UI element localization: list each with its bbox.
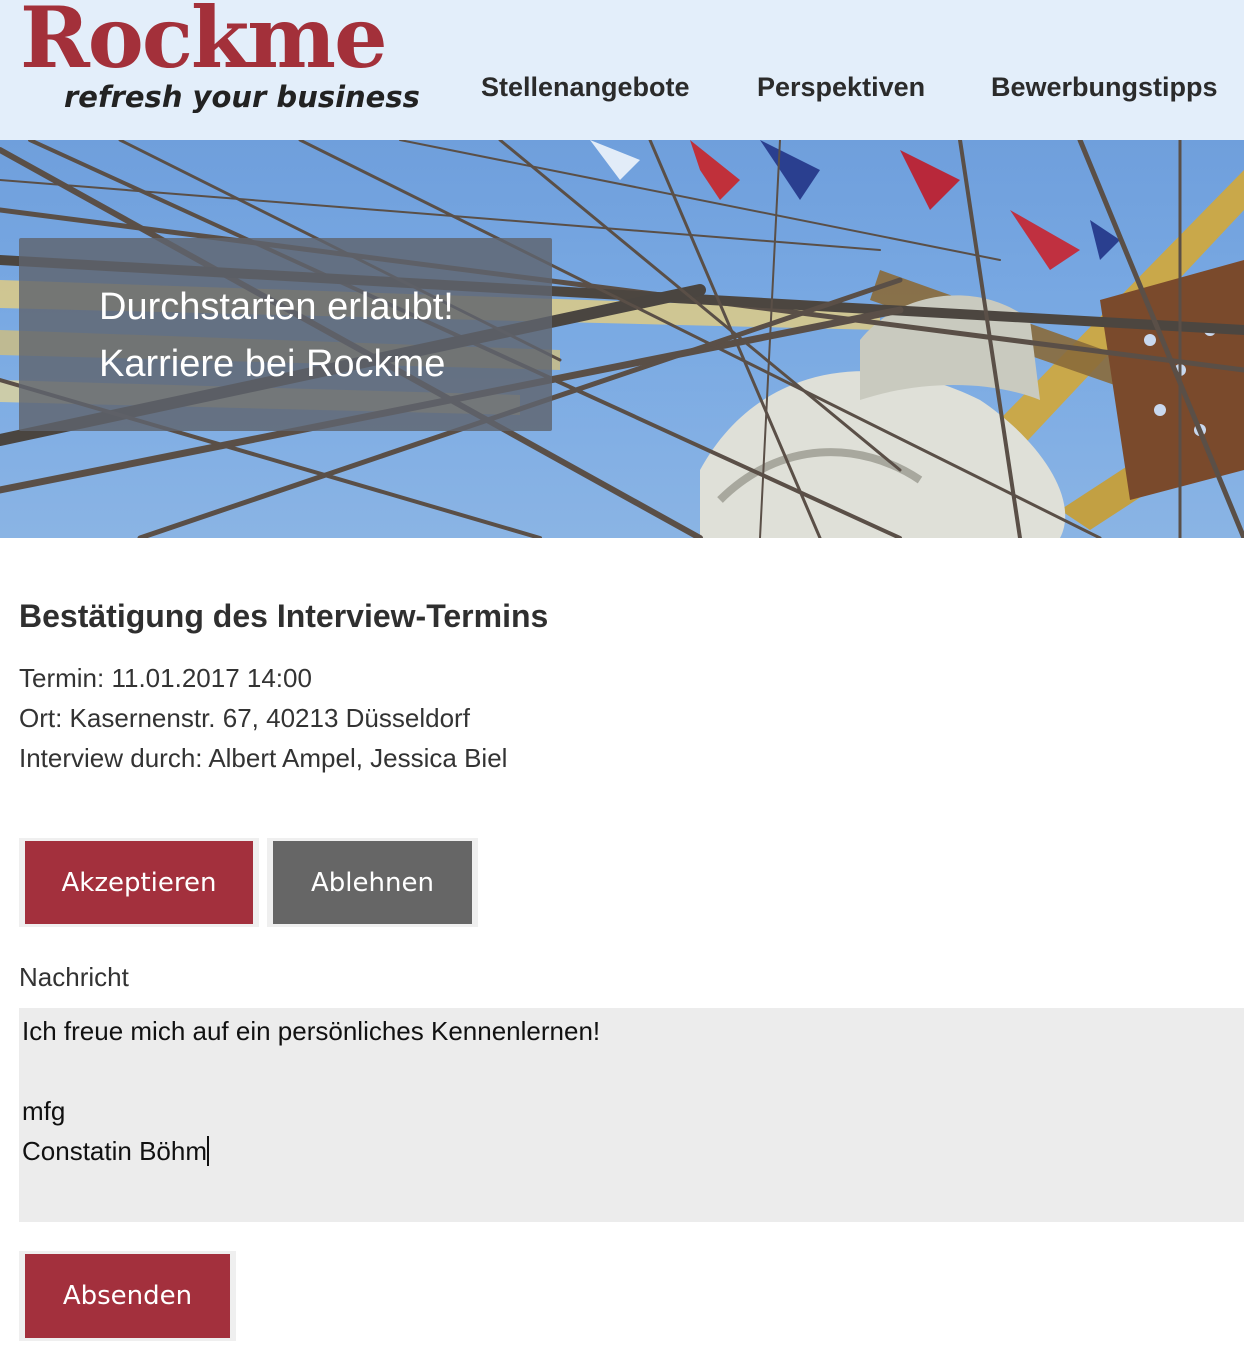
message-line bbox=[22, 1054, 1241, 1094]
reject-button[interactable]: Ablehnen bbox=[273, 841, 472, 924]
site-header: Rockme refresh your business Stellenange… bbox=[0, 0, 1244, 140]
message-last-line: Constatin Böhm bbox=[22, 1134, 1241, 1174]
interview-location: Ort: Kasernenstr. 67, 40213 Düsseldorf bbox=[19, 703, 470, 733]
message-line: mfg bbox=[22, 1096, 66, 1126]
message-line: Ich freue mich auf ein persönliches Kenn… bbox=[22, 1016, 601, 1046]
accept-button[interactable]: Akzeptieren bbox=[25, 841, 253, 924]
interview-date: Termin: 11.01.2017 14:00 bbox=[19, 663, 312, 693]
send-button[interactable]: Absenden bbox=[25, 1254, 230, 1338]
reject-button-frame: Ablehnen bbox=[267, 838, 478, 927]
nav-item-stellenangebote[interactable]: Stellenangebote bbox=[481, 72, 690, 103]
message-label: Nachricht bbox=[19, 962, 129, 992]
hero-caption-box: Durchstarten erlaubt! Karriere bei Rockm… bbox=[19, 238, 552, 431]
page-title: Bestätigung des Interview-Termins bbox=[19, 598, 549, 634]
logo-wordmark: Rockme bbox=[20, 0, 388, 87]
logo-tagline: refresh your business bbox=[64, 80, 420, 114]
interview-interviewers: Interview durch: Albert Ampel, Jessica B… bbox=[19, 743, 508, 773]
accept-button-frame: Akzeptieren bbox=[19, 838, 259, 927]
hero-subheadline: Karriere bei Rockme bbox=[99, 343, 446, 385]
hero-banner: Durchstarten erlaubt! Karriere bei Rockm… bbox=[0, 140, 1244, 538]
text-caret bbox=[206, 1136, 209, 1166]
nav-item-perspektiven[interactable]: Perspektiven bbox=[757, 72, 925, 103]
message-textarea[interactable]: Ich freue mich auf ein persönliches Kenn… bbox=[19, 1008, 1244, 1222]
hero-headline: Durchstarten erlaubt! bbox=[99, 286, 454, 328]
message-line: Constatin Böhm bbox=[22, 1136, 207, 1166]
brand-logo[interactable]: Rockme refresh your business bbox=[18, 0, 420, 122]
send-button-frame: Absenden bbox=[19, 1251, 236, 1341]
nav-item-bewerbungstipps[interactable]: Bewerbungstipps bbox=[991, 72, 1218, 103]
